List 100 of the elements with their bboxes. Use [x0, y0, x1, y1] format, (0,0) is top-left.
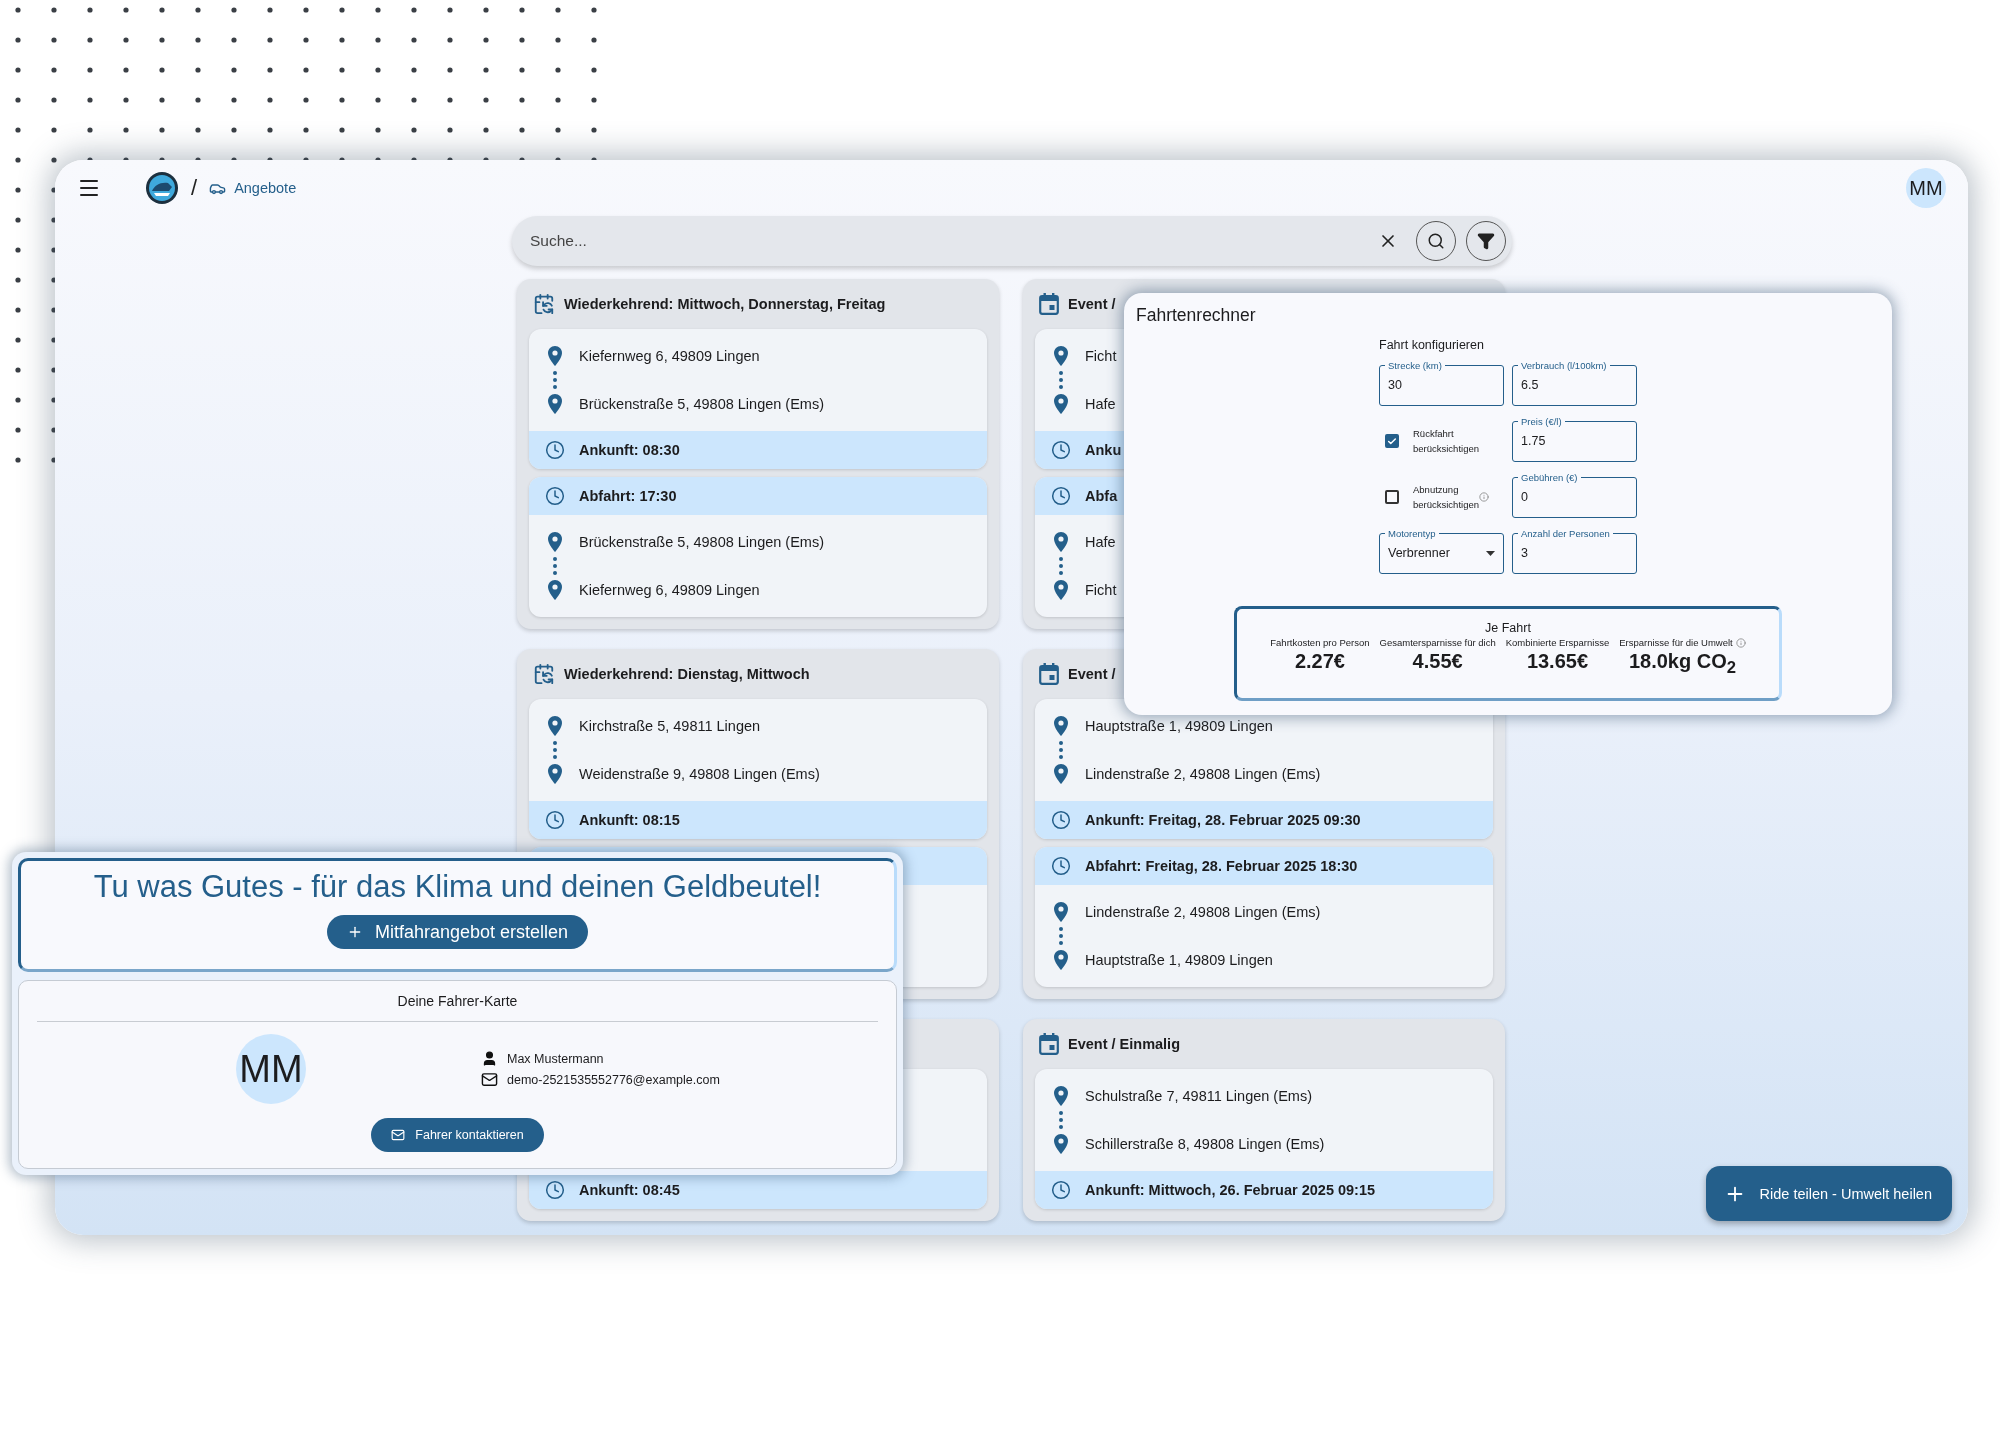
calendar-repeat-icon: [533, 663, 555, 685]
clock-icon: [1051, 1180, 1071, 1200]
clock-icon: [1051, 810, 1071, 830]
checkbox-label: Abnutzung berücksichtigen: [1413, 483, 1479, 512]
map-pin-icon: [548, 716, 562, 736]
map-pin-icon: [1054, 1086, 1068, 1106]
mail-icon: [481, 1071, 498, 1088]
input-field[interactable]: Preis (€/l) 1.75: [1512, 416, 1637, 462]
breadcrumb-link[interactable]: Angebote: [209, 179, 297, 197]
input-field[interactable]: Strecke (km) 30: [1379, 360, 1504, 406]
result-value: 13.65€: [1526, 650, 1589, 673]
route-dots-icon: [553, 370, 557, 390]
driver-avatar: MM: [236, 1034, 306, 1104]
section-title: Fahrt konfigurieren: [1379, 338, 1484, 352]
map-pin-icon: [1054, 716, 1068, 736]
time-row: Ankunft: Freitag, 28. Februar 2025 09:30: [1035, 801, 1493, 839]
logo-icon[interactable]: [145, 171, 179, 205]
map-pin-icon: [548, 580, 562, 600]
time-row: Abfahrt: Freitag, 28. Februar 2025 18:30: [1035, 847, 1493, 885]
panel-title: Fahrtenrechner: [1136, 305, 1256, 326]
results-title: Je Fahrt: [1485, 621, 1531, 635]
result-label: Kombinierte Ersparnisse: [1505, 637, 1610, 648]
address-text: Kiefernweg 6, 49809 Lingen: [579, 348, 760, 364]
result-value: 4.55€: [1412, 650, 1463, 673]
clock-icon: [1051, 440, 1071, 460]
calendar-icon: [1039, 663, 1059, 685]
ride-card-title: Wiederkehrend: Dienstag, Mittwoch: [564, 666, 810, 682]
address-text: Brückenstraße 5, 49808 Lingen (Ems): [579, 534, 824, 550]
address-text: Ficht: [1085, 348, 1117, 364]
address-text: Kirchstraße 5, 49811 Lingen: [579, 718, 761, 734]
check-icon: [1387, 435, 1397, 447]
address-text: Lindenstraße 2, 49808 Lingen (Ems): [1085, 904, 1321, 920]
calendar-icon: [1039, 1033, 1059, 1055]
clock-icon: [545, 486, 565, 506]
ride-card-title: Wiederkehrend: Mittwoch, Donnerstag, Freitag: [564, 296, 886, 312]
route-dots-icon: [1059, 926, 1063, 946]
calendar-icon: [1039, 293, 1059, 315]
route-dots-icon: [1059, 370, 1063, 390]
checkbox[interactable]: [1385, 434, 1399, 448]
search-bar[interactable]: Suche...: [512, 216, 1512, 266]
time-row: Ankunft: Mittwoch, 26. Februar 2025 09:15: [1035, 1171, 1493, 1209]
result-value: 2.27€: [1294, 650, 1345, 673]
input-field[interactable]: Anzahl der Personen 3: [1512, 528, 1637, 574]
result-value: 18.0kg CO$_{2}$: [1628, 650, 1736, 678]
address-text: Hafe: [1085, 396, 1116, 412]
mail-icon: [391, 1128, 406, 1142]
ride-card-title: Event /: [1068, 666, 1116, 682]
address-text: Schulstraße 7, 49811 Lingen (Ems): [1085, 1088, 1312, 1104]
breadcrumb-separator: /: [191, 175, 198, 201]
map-pin-icon: [548, 764, 562, 784]
search-field[interactable]: Suche...: [528, 231, 1368, 251]
clock-icon: [1051, 486, 1071, 506]
user-avatar[interactable]: MM: [1906, 168, 1946, 208]
ride-card-title: Event / Einmalig: [1068, 1036, 1180, 1052]
address-text: Hafe: [1085, 534, 1116, 550]
map-pin-icon: [1054, 532, 1068, 552]
filter-icon: [1477, 232, 1495, 250]
input-field[interactable]: Gebühren (€) 0: [1512, 472, 1637, 518]
driver-name: Max Mustermann: [507, 1051, 604, 1066]
address-text: Lindenstraße 2, 49808 Lingen (Ems): [1085, 766, 1321, 782]
ride-card[interactable]: Wiederkehrend: Mittwoch, Donnerstag, Freitag Kiefernweg 6, 49809 Lingen Brückenstraße 5, 49808 Lingen (Ems) Ankunft: 08:30 Abfahrt: 17:30 Brückenstraße 5, 49808 Lingen (Ems) Kiefernweg 6, 49809 Lingen: [517, 279, 999, 629]
address-text: Ficht: [1085, 582, 1117, 598]
address-text: Brückenstraße 5, 49808 Lingen (Ems): [579, 396, 824, 412]
time-row: Ankunft: 08:45: [529, 1171, 987, 1209]
result-label: Fahrtkosten pro Person: [1270, 637, 1370, 648]
select-field[interactable]: Motorentyp Verbrenner: [1379, 528, 1504, 574]
clock-icon: [545, 810, 565, 830]
contact-driver-button[interactable]: Fahrer kontaktieren: [371, 1118, 544, 1152]
driver-email: demo-2521535552776@example.com: [507, 1072, 720, 1087]
search-icon: [1427, 232, 1445, 250]
create-offer-button[interactable]: Mitfahrangebot erstellen: [326, 915, 589, 949]
clock-icon: [545, 440, 565, 460]
map-pin-icon: [1054, 580, 1068, 600]
route-dots-icon: [1059, 556, 1063, 576]
map-pin-icon: [1054, 346, 1068, 366]
input-field[interactable]: Verbrauch (l/100km) 6.5: [1512, 360, 1637, 406]
share-ride-button[interactable]: Ride teilen - Umwelt heilen: [1705, 1166, 1952, 1221]
dropdown-caret-icon: [1486, 550, 1495, 556]
person-icon: [481, 1050, 498, 1067]
address-text: Kiefernweg 6, 49809 Lingen: [579, 582, 760, 598]
ride-card[interactable]: Event / Einmalig Schulstraße 7, 49811 Lingen (Ems) Schillerstraße 8, 49808 Lingen (Ems) Ankunft: Mittwoch, 26. Februar 2025 09:15: [1023, 1019, 1505, 1221]
address-text: Weidenstraße 9, 49808 Lingen (Ems): [579, 766, 820, 782]
address-text: Hauptstraße 1, 49809 Lingen: [1085, 952, 1273, 968]
route-dots-icon: [553, 740, 557, 760]
ride-card-title: Event /: [1068, 296, 1116, 312]
route-dots-icon: [1059, 740, 1063, 760]
clock-icon: [1051, 856, 1071, 876]
time-row: Abfahrt: 17:30: [529, 477, 987, 515]
map-pin-icon: [1054, 1134, 1068, 1154]
address-text: Hauptstraße 1, 49809 Lingen: [1085, 718, 1273, 734]
route-dots-icon: [1059, 1110, 1063, 1130]
map-pin-icon: [548, 532, 562, 552]
map-pin-icon: [1054, 950, 1068, 970]
map-pin-icon: [548, 394, 562, 414]
map-pin-icon: [1054, 394, 1068, 414]
result-label: Ersparnisse für die Umwelt: [1619, 637, 1733, 648]
map-pin-icon: [1054, 764, 1068, 784]
time-row: Ankunft: 08:15: [529, 801, 987, 839]
checkbox[interactable]: [1385, 490, 1399, 504]
result-label: Gesamtersparnisse für dich: [1379, 637, 1496, 648]
